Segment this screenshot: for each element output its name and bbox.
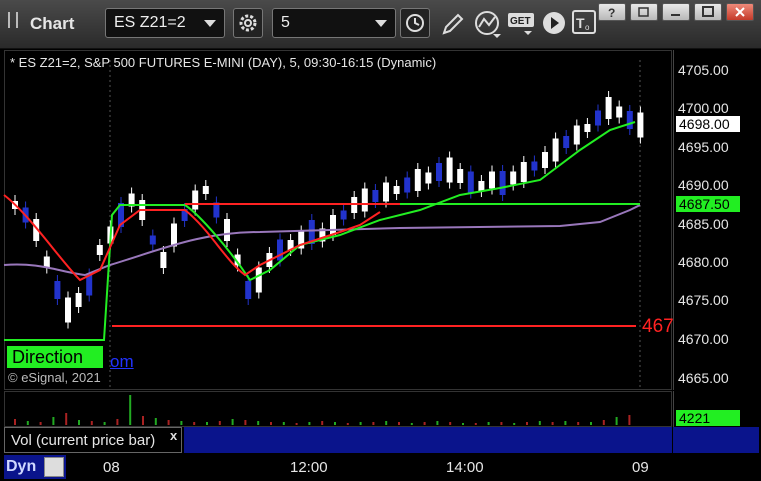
volume-bar bbox=[65, 413, 68, 425]
volume-bar bbox=[218, 421, 221, 425]
volume-bar bbox=[513, 423, 516, 425]
volume-bar bbox=[372, 422, 375, 425]
volume-bar bbox=[103, 422, 106, 425]
volume-bar bbox=[142, 416, 144, 425]
volume-bar bbox=[577, 422, 580, 425]
close-study-button[interactable]: x bbox=[170, 428, 177, 443]
axis-status-strip bbox=[673, 427, 759, 453]
volume-bar bbox=[257, 421, 260, 425]
volume-bar bbox=[500, 422, 503, 425]
volume-bar bbox=[334, 422, 336, 425]
volume-bar bbox=[602, 420, 605, 425]
volume-bar bbox=[295, 423, 298, 425]
volume-bar bbox=[615, 417, 618, 425]
volume-bar bbox=[244, 420, 247, 425]
volume-bar bbox=[270, 422, 272, 425]
volume-bar bbox=[167, 420, 170, 425]
volume-bar bbox=[385, 421, 388, 425]
volume-bar bbox=[436, 421, 439, 425]
volume-status-strip bbox=[184, 427, 672, 453]
volume-bar bbox=[231, 419, 234, 425]
volume-study-label[interactable]: Vol (current price bar) bbox=[4, 427, 182, 453]
volume-bar bbox=[282, 422, 285, 425]
volume-bar bbox=[116, 419, 119, 425]
dynamic-mode-text: Dyn bbox=[6, 458, 37, 475]
volume-bar bbox=[193, 422, 196, 425]
volume-bar bbox=[52, 417, 55, 425]
volume-bar bbox=[590, 422, 592, 425]
time-axis[interactable]: 08 12:00 14:00 09 bbox=[0, 453, 761, 481]
volume-bar bbox=[206, 422, 208, 425]
volume-bar bbox=[78, 420, 80, 425]
dynamic-mode-indicator[interactable]: Dyn bbox=[4, 455, 66, 479]
volume-bar bbox=[90, 421, 93, 425]
volume-bar bbox=[628, 415, 631, 425]
volume-bar bbox=[449, 422, 452, 425]
volume-bar bbox=[462, 423, 464, 425]
volume-bar bbox=[129, 395, 132, 425]
volume-bar bbox=[398, 422, 400, 425]
volume-bar bbox=[487, 422, 490, 425]
volume-bar bbox=[423, 422, 426, 425]
volume-bar bbox=[538, 421, 541, 425]
volume-bar bbox=[474, 423, 477, 425]
volume-plot bbox=[14, 395, 631, 425]
volume-bar bbox=[154, 418, 157, 425]
volume-bar bbox=[26, 421, 29, 425]
time-tick: 12:00 bbox=[290, 459, 328, 476]
settings-small-icon[interactable] bbox=[44, 457, 64, 477]
volume-bar bbox=[526, 422, 528, 425]
chart-window: Chart ES Z21=2 5 GET T o ? * ES Z21=2, S… bbox=[0, 0, 761, 481]
volume-bar bbox=[564, 421, 567, 425]
volume-bar bbox=[39, 422, 42, 425]
volume-bar bbox=[359, 422, 362, 425]
volume-study-text: Vol (current price bar) bbox=[11, 432, 156, 449]
volume-axis: 4221 bbox=[673, 391, 760, 427]
volume-value-marker: 4221 bbox=[676, 410, 740, 426]
volume-bar bbox=[346, 423, 349, 425]
volume-bar bbox=[551, 422, 554, 425]
volume-bar bbox=[410, 423, 413, 425]
time-tick: 09 bbox=[632, 459, 649, 476]
volume-bar bbox=[180, 421, 183, 425]
time-tick: 08 bbox=[103, 459, 120, 476]
volume-bar bbox=[308, 422, 311, 425]
time-tick: 14:00 bbox=[446, 459, 484, 476]
volume-bar bbox=[14, 419, 16, 425]
volume-bar bbox=[321, 421, 324, 425]
